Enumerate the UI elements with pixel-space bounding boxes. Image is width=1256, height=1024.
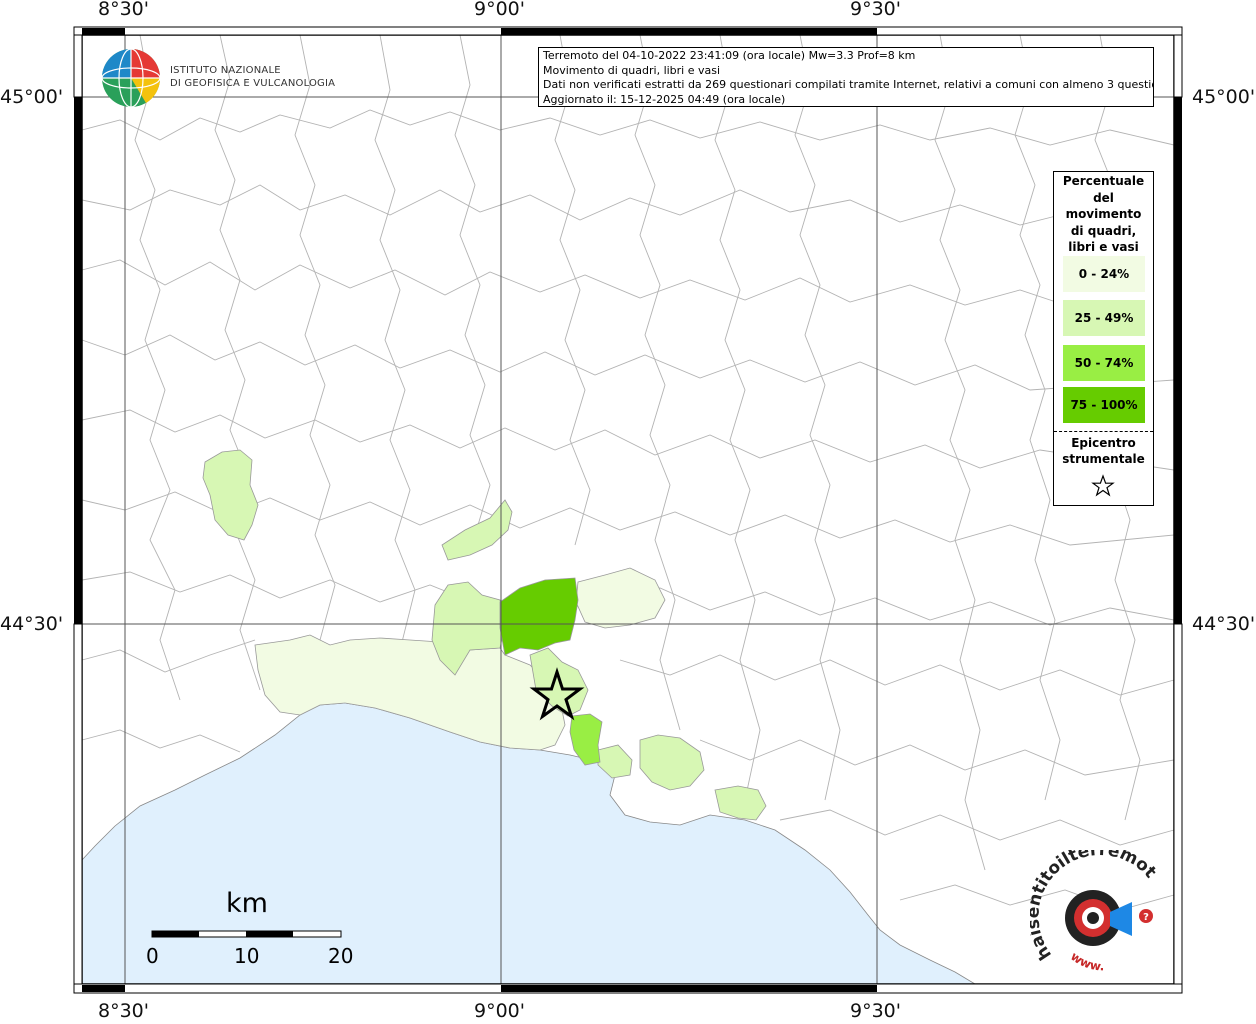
legend-class-50-74: 50 - 74% bbox=[1063, 345, 1145, 381]
effect-line: Movimento di quadri, libri e vasi bbox=[543, 63, 721, 77]
ingv-line-2: DI GEOFISICA E VULCANOLOGIA bbox=[170, 78, 336, 89]
haisentito-www: www. bbox=[1068, 949, 1104, 973]
event-line: Terremoto del 04-10-2022 23:41:09 (ora l… bbox=[543, 49, 916, 62]
lon-label-top-2: 9°00' bbox=[474, 0, 525, 20]
scale-unit: km bbox=[226, 888, 268, 919]
scale-label-10: 10 bbox=[234, 944, 260, 968]
data-note-line: Dati non verificati estratti da 269 ques… bbox=[543, 78, 1154, 91]
legend-divider bbox=[1054, 431, 1153, 432]
legend-epicenter-label: Epicentro strumentale bbox=[1062, 436, 1145, 466]
legend: Percentuale del movimento di quadri, lib… bbox=[1053, 171, 1154, 506]
lon-label-bottom-2: 9°00' bbox=[474, 1000, 525, 1022]
lat-label-right-2: 44°30' bbox=[1192, 613, 1256, 635]
updated-line: Aggiornato il: 15-12-2025 04:49 (ora loc… bbox=[543, 92, 786, 106]
legend-title: Percentuale del movimento di quadri, lib… bbox=[1062, 174, 1145, 254]
svg-text:?: ? bbox=[1143, 912, 1149, 923]
legend-class-25-49: 25 - 49% bbox=[1063, 300, 1145, 336]
scale-bar bbox=[151, 930, 342, 938]
lat-label-left-2: 44°30' bbox=[0, 613, 64, 635]
legend-class-0-24: 0 - 24% bbox=[1063, 256, 1145, 292]
legend-star-icon bbox=[1091, 474, 1115, 497]
ingv-line-1: ISTITUTO NAZIONALE bbox=[170, 65, 281, 76]
lat-label-right-1: 45°00' bbox=[1192, 86, 1256, 108]
ingv-logo-globe bbox=[101, 48, 161, 108]
event-info-box: Terremoto del 04-10-2022 23:41:09 (ora l… bbox=[538, 47, 1154, 107]
haisentito-logo: haisentitoilterremoto.it www. ? bbox=[1030, 850, 1160, 974]
ingv-logo-text: ISTITUTO NAZIONALE DI GEOFISICA E VULCAN… bbox=[170, 64, 335, 90]
legend-class-75-100: 75 - 100% bbox=[1063, 387, 1145, 423]
lon-label-bottom-3: 9°30' bbox=[850, 1000, 901, 1022]
scale-label-0: 0 bbox=[146, 944, 159, 968]
lon-label-top-3: 9°30' bbox=[850, 0, 901, 20]
lon-label-top-1: 8°30' bbox=[98, 0, 149, 20]
scale-label-20: 20 bbox=[328, 944, 354, 968]
lat-label-left-1: 45°00' bbox=[0, 86, 64, 108]
lon-label-bottom-1: 8°30' bbox=[98, 1000, 149, 1022]
